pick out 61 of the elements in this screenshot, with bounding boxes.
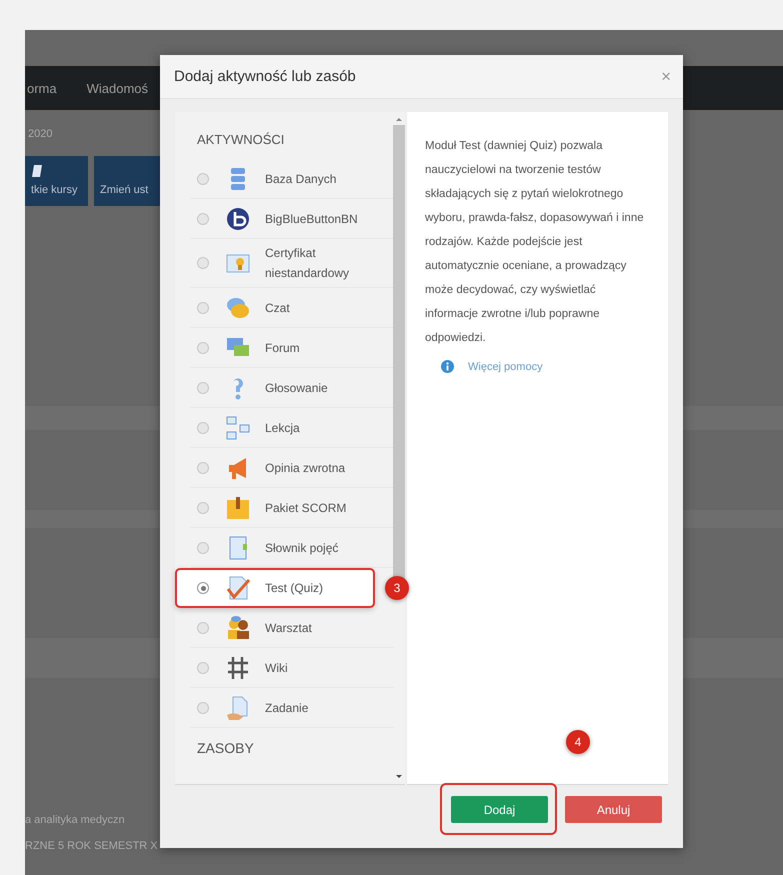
step-badge: 3: [385, 576, 409, 600]
course-button[interactable]: tkie kursy: [25, 156, 88, 206]
checkmark-document-icon: [225, 575, 251, 601]
date-text: 2020: [28, 128, 52, 140]
activity-option[interactable]: Certyfikat niestandardowy: [191, 239, 393, 288]
activity-option[interactable]: Czat: [191, 288, 393, 328]
activity-option[interactable]: BigBlueButtonBN: [191, 199, 393, 239]
dialog-title: Dodaj aktywność lub zasób: [174, 68, 356, 85]
activity-option[interactable]: Warsztat: [191, 608, 393, 648]
radio-button[interactable]: [197, 462, 209, 474]
activity-option[interactable]: Głosowanie: [191, 368, 393, 408]
course-title: RZNE 5 ROK SEMESTR X: [25, 839, 158, 854]
radio-button[interactable]: [197, 502, 209, 514]
scroll-up-icon[interactable]: [396, 118, 402, 121]
nav-link[interactable]: Wiadomoś: [86, 80, 148, 96]
activity-option[interactable]: Pakiet SCORM: [191, 488, 393, 528]
activity-name: Baza Danych: [265, 170, 338, 188]
nav-link[interactable]: orma: [27, 80, 57, 96]
activity-option[interactable]: Lekcja: [191, 408, 393, 448]
scroll-down-icon[interactable]: [396, 775, 402, 778]
radio-button[interactable]: [197, 622, 209, 634]
activity-option[interactable]: Wiki: [191, 648, 393, 688]
activity-name: Pakiet SCORM: [265, 500, 348, 516]
activity-option[interactable]: Opinia zwrotna: [191, 448, 393, 488]
course-title: a analityka medyczn: [25, 813, 125, 828]
activity-name: Test (Quiz): [265, 580, 324, 597]
flowchart-icon: [225, 414, 251, 440]
radio-button[interactable]: [197, 582, 209, 594]
activity-name: Czat: [265, 300, 291, 316]
box-icon: [225, 494, 251, 520]
activity-name: Słownik pojęć: [265, 540, 340, 556]
activity-option[interactable]: Zadanie: [191, 688, 393, 728]
activity-name: Opinia zwrotna: [265, 460, 346, 476]
radio-button[interactable]: [197, 702, 209, 714]
radio-button[interactable]: [197, 662, 209, 674]
module-description: Moduł Test (dawniej Quiz) pozwala nauczycielowi na tworzenie testów składających się z pytań wielokrotnego wyboru, prawda-fałsz, dopasowywań i inne rodzajów. Każde podejście jest automatycznie oceniane, a prowadzący może decydować, czy wyświetlać informacje zwrotne i/lub poprawne odpowiedzi.: [425, 139, 645, 346]
people-icon: [225, 614, 251, 640]
activity-name: BigBlueButtonBN: [265, 210, 359, 228]
add-button[interactable]: Dodaj: [451, 796, 548, 823]
b-circle-icon: [225, 206, 251, 232]
activity-option[interactable]: Forum: [191, 328, 393, 368]
section-heading: AKTYWNOŚCI: [196, 132, 286, 149]
radio-button[interactable]: [197, 422, 209, 434]
section-heading: ZASOBY: [196, 739, 255, 758]
activity-option[interactable]: Baza Danych: [191, 159, 393, 199]
activity-name: Zadanie: [265, 700, 310, 716]
radio-button[interactable]: [197, 382, 209, 394]
activity-name: Warsztat: [265, 620, 313, 636]
activity-name: Wiki: [265, 660, 289, 676]
radio-button[interactable]: [197, 342, 209, 354]
activity-name: Certyfikat niestandardowy: [265, 245, 350, 282]
activity-name: Głosowanie: [265, 380, 329, 396]
radio-button[interactable]: [197, 257, 209, 269]
cancel-button[interactable]: Anuluj: [565, 796, 662, 823]
radio-button[interactable]: [197, 542, 209, 554]
radio-button[interactable]: [197, 212, 209, 224]
info-icon: [441, 360, 454, 373]
radio-button[interactable]: [197, 302, 209, 314]
activity-name: Lekcja: [265, 420, 301, 436]
activity-name: Forum: [265, 340, 301, 356]
radio-button[interactable]: [197, 172, 209, 184]
